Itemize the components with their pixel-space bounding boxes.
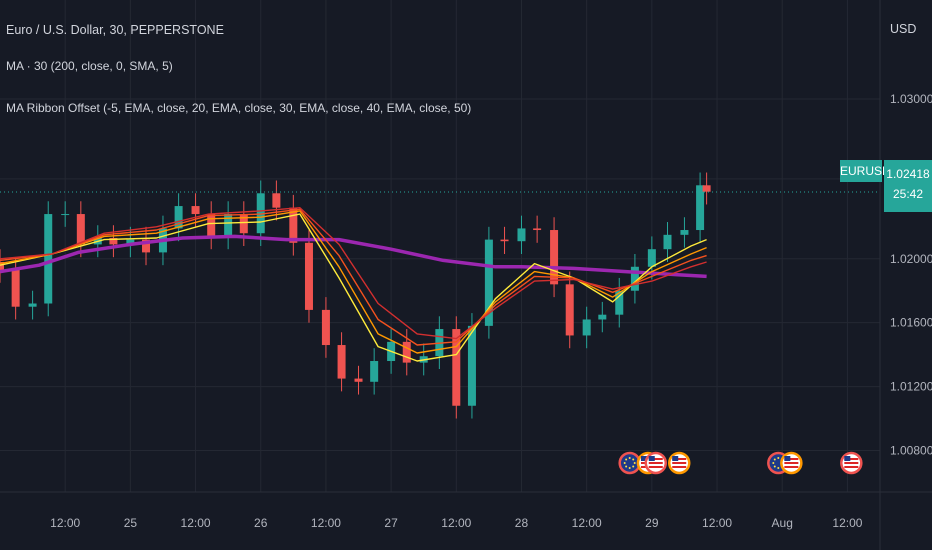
us-flag-icon[interactable]	[667, 451, 691, 475]
y-tick-label: 1.02000	[890, 252, 932, 266]
x-tick-label: 28	[515, 516, 529, 530]
last-price-value: 1.02418	[886, 167, 930, 181]
candle-body	[224, 214, 233, 237]
us-stripe	[844, 466, 859, 468]
us-canton	[672, 456, 679, 461]
eu-star	[628, 467, 631, 469]
y-tick-label: 1.01600	[890, 316, 932, 330]
candle-body	[565, 284, 574, 336]
candle-body	[321, 309, 330, 346]
candle-body	[582, 319, 591, 336]
eu-star	[772, 462, 775, 464]
eu-star	[773, 458, 776, 461]
candle-body	[61, 214, 70, 216]
us-stripe	[648, 466, 663, 468]
x-tick-label: 12:00	[50, 516, 80, 530]
x-tick-label: 12:00	[441, 516, 471, 530]
currency-label[interactable]: USD	[890, 22, 916, 36]
x-tick-label: 12:00	[702, 516, 732, 530]
candle-body	[28, 303, 37, 307]
x-tick-label: 12:00	[181, 516, 211, 530]
us-stripe	[672, 462, 687, 464]
eu-star	[777, 467, 780, 469]
symbol-title[interactable]: Euro / U.S. Dollar, 30, PEPPERSTONE	[6, 22, 224, 38]
eu-star	[773, 465, 776, 468]
ma-ribbon-indicator-legend[interactable]: MA Ribbon Offset (-5, EMA, close, 20, EM…	[6, 100, 471, 116]
eu-flag-icon[interactable]	[618, 451, 641, 475]
ribbon-ema-line	[0, 208, 707, 346]
x-tick-label: 26	[254, 516, 268, 530]
candle-body	[702, 185, 711, 192]
eu-star	[777, 457, 780, 459]
x-tick-label: Aug	[772, 516, 793, 530]
sma-line	[0, 234, 707, 279]
candle-body	[76, 214, 85, 245]
us-canton	[648, 456, 655, 461]
last-price-label: 1.02418 25:42	[884, 160, 932, 212]
candle-body	[402, 341, 411, 363]
eu-star	[632, 465, 635, 468]
us-stripe	[672, 466, 687, 468]
us-flag-icon[interactable]	[840, 451, 863, 475]
candle-body	[680, 230, 689, 235]
eu-star	[633, 462, 636, 464]
eu-star	[625, 465, 628, 468]
candle-body	[517, 228, 526, 242]
candle-body	[11, 269, 20, 307]
us-stripe	[648, 462, 663, 464]
candle-body	[500, 239, 509, 242]
x-tick-label: 12:00	[832, 516, 862, 530]
candle-body	[272, 193, 281, 208]
chart-window: 1.030001.025001.020001.016001.012001.008…	[0, 0, 932, 550]
us-stripe	[844, 462, 859, 464]
us-stripe	[784, 466, 799, 468]
candle-body	[533, 228, 542, 231]
x-tick-label: 12:00	[311, 516, 341, 530]
candle-body	[44, 214, 53, 304]
candle-body	[239, 214, 248, 234]
symbol-price-label: EURUSD	[840, 160, 891, 182]
x-tick-label: 29	[645, 516, 659, 530]
x-tick-label: 25	[124, 516, 138, 530]
eu-star	[625, 458, 628, 461]
price-chart[interactable]: 1.030001.025001.020001.016001.012001.008…	[0, 0, 932, 550]
y-tick-label: 1.03000	[890, 92, 932, 106]
ma-indicator-legend[interactable]: MA · 30 (200, close, 0, SMA, 5)	[6, 58, 173, 74]
eu-star	[628, 457, 631, 459]
candle-body	[191, 206, 200, 215]
x-tick-label: 27	[384, 516, 398, 530]
eu-star	[623, 462, 626, 464]
candle-body	[467, 325, 476, 406]
x-tick-label: 12:00	[572, 516, 602, 530]
y-tick-label: 1.01200	[890, 380, 932, 394]
ribbon-ema-line	[0, 210, 707, 354]
us-canton	[844, 456, 851, 461]
candle-body	[452, 329, 461, 406]
candle-body	[337, 345, 346, 379]
us-flag-icon[interactable]	[780, 451, 803, 475]
us-stripe	[784, 462, 799, 464]
eu-star	[632, 458, 635, 461]
candle-body	[647, 249, 656, 267]
candle-body	[550, 230, 559, 285]
candle-body	[598, 314, 607, 320]
candle-body	[354, 378, 363, 382]
candle-body	[207, 214, 216, 237]
bar-countdown: 25:42	[892, 187, 924, 201]
us-canton	[784, 456, 791, 461]
candle-body	[370, 361, 379, 382]
candle-body	[304, 242, 313, 310]
candle-body	[663, 234, 672, 250]
us-flag-icon[interactable]	[644, 451, 668, 475]
event-marker-circle	[618, 451, 641, 475]
y-tick-label: 1.00800	[890, 443, 932, 457]
